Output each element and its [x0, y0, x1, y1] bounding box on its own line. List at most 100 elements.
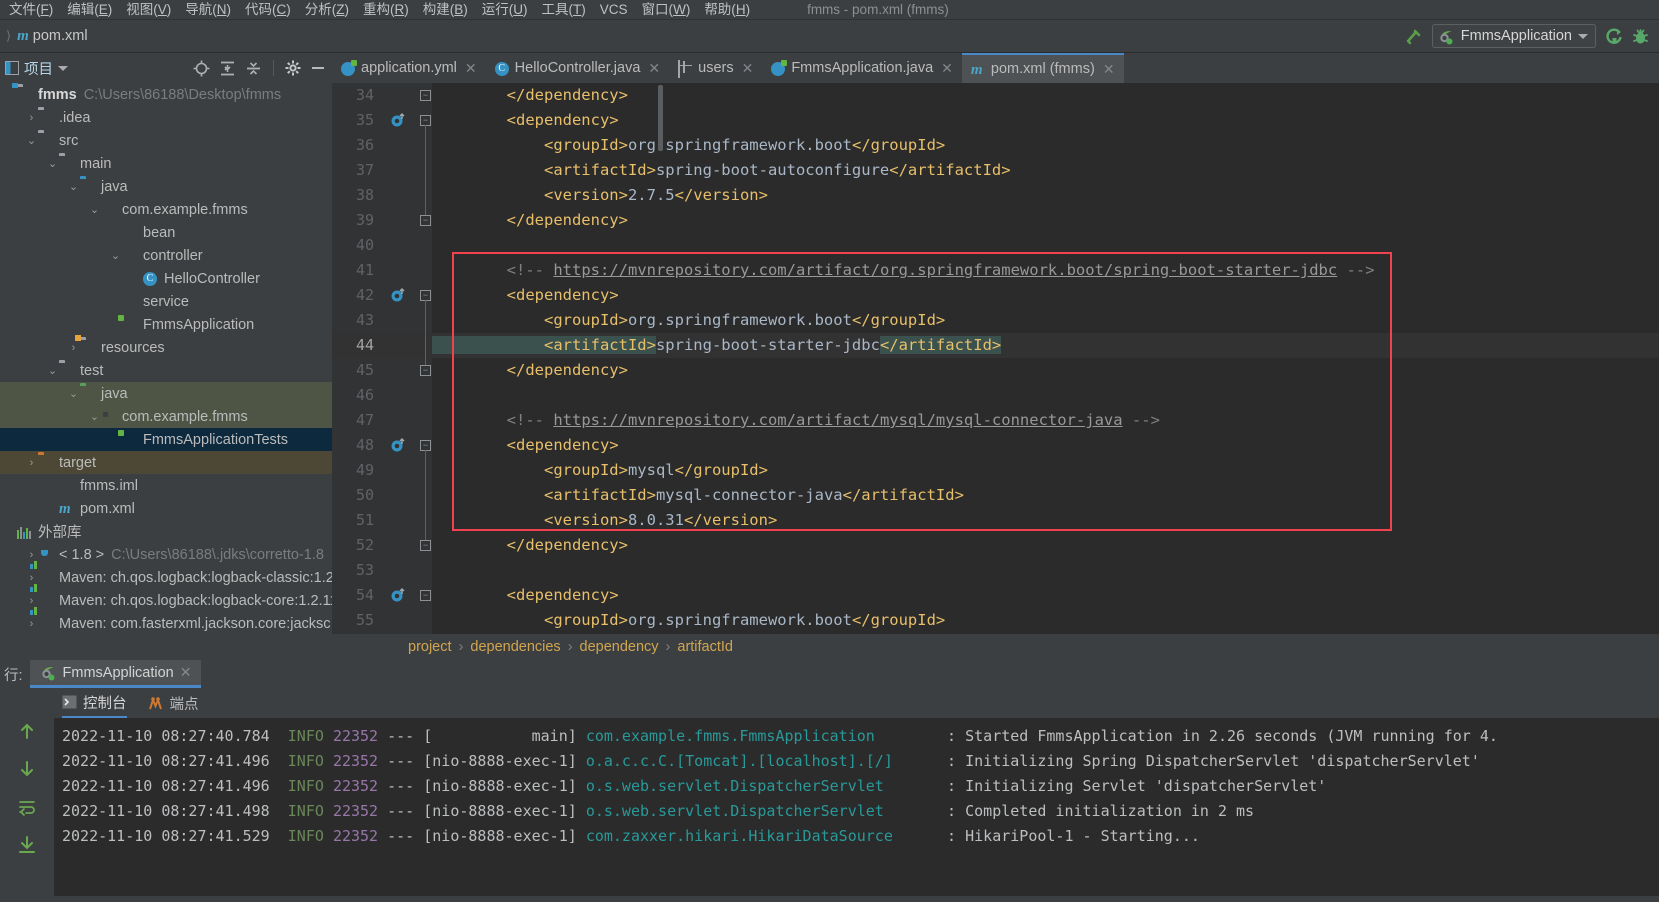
editor-tab-users[interactable]: users ✕ — [669, 53, 762, 83]
menu-item-0[interactable]: 文件(F) — [2, 0, 60, 20]
console-subtab-console[interactable]: 控制台 — [62, 688, 127, 718]
chevron-down-icon[interactable] — [1578, 33, 1588, 39]
run-configuration-selector[interactable]: FmmsApplication — [1431, 24, 1596, 48]
menu-item-2[interactable]: 视图(V) — [119, 0, 178, 20]
tree-node-fmmsapplication[interactable]: FmmsApplication — [0, 313, 332, 336]
tree-node-main[interactable]: ⌄ main — [0, 152, 332, 175]
menu-item-7[interactable]: 构建(B) — [416, 0, 475, 20]
code-url-link[interactable]: https://mvnrepository.com/artifact/mysql… — [553, 411, 1122, 429]
spring-bean-icon[interactable] — [390, 587, 406, 603]
tree-node-target[interactable]: › target — [0, 451, 332, 474]
fold-toggle-icon[interactable]: − — [420, 590, 431, 601]
code-content[interactable]: </dependency> <dependency> <groupId>org.… — [432, 83, 1659, 634]
fold-toggle-icon[interactable]: − — [420, 365, 431, 376]
editor-tab-pom-xml--fmms-[interactable]: m pom.xml (fmms) ✕ — [961, 53, 1124, 83]
tree-node-java[interactable]: ⌄ java — [0, 382, 332, 405]
editor-tab-hellocontroller-java[interactable]: C HelloController.java ✕ — [486, 53, 669, 83]
project-panel-chevron-down-icon[interactable] — [58, 65, 68, 71]
close-icon[interactable]: ✕ — [180, 664, 192, 681]
scroll-up-icon[interactable] — [16, 720, 38, 742]
tree-node-service[interactable]: service — [0, 290, 332, 313]
chevron-down-icon[interactable]: ⌄ — [88, 410, 101, 423]
tree-node-bean[interactable]: bean — [0, 221, 332, 244]
menu-item-8[interactable]: 运行(U) — [475, 0, 535, 20]
tree-node-fmms.iml[interactable]: fmms.iml — [0, 474, 332, 497]
tree-node-com.example.fmms[interactable]: ⌄ com.example.fmms — [0, 198, 332, 221]
menu-item-11[interactable]: 窗口(W) — [635, 0, 698, 20]
close-icon[interactable]: ✕ — [648, 60, 660, 77]
chevron-right-icon[interactable]: › — [25, 595, 38, 607]
menu-item-12[interactable]: 帮助(H) — [697, 0, 757, 20]
fold-toggle-icon[interactable]: − — [420, 540, 431, 551]
scroll-down-icon[interactable] — [16, 758, 38, 780]
close-icon[interactable]: ✕ — [941, 60, 953, 77]
close-icon[interactable]: ✕ — [1103, 61, 1115, 78]
tree-node----[interactable]: 外部库 — [0, 520, 332, 543]
menu-item-4[interactable]: 代码(C) — [238, 0, 298, 20]
close-icon[interactable]: ✕ — [742, 60, 754, 77]
hide-icon[interactable] — [310, 60, 326, 76]
menu-item-5[interactable]: 分析(Z) — [298, 0, 356, 20]
chevron-right-icon[interactable]: › — [25, 112, 38, 124]
chevron-down-icon[interactable]: ⌄ — [67, 387, 80, 400]
xml-breadcrumb-bar[interactable]: project › dependencies › dependency › artifact… — [332, 634, 1659, 660]
run-tab-fmmsapplication[interactable]: FmmsApplication ✕ — [29, 660, 202, 688]
tree-node-maven--ch.qos.logback-logback-core-1.2.11[interactable]: › Maven: ch.qos.logback:logback-core:1.2.… — [0, 589, 332, 612]
spring-bean-icon[interactable] — [390, 287, 406, 303]
console-subtabs[interactable]: 控制台 端点 — [54, 688, 1659, 718]
chevron-down-icon[interactable]: ⌄ — [46, 364, 59, 377]
expand-all-icon[interactable] — [219, 60, 236, 77]
run-icon[interactable] — [1601, 24, 1627, 48]
spring-bean-icon[interactable] — [390, 437, 406, 453]
tree-node-maven--ch.qos.logback-logback-classic-1.2.11[interactable]: › Maven: ch.qos.logback:logback-classic:1… — [0, 566, 332, 589]
locate-icon[interactable] — [193, 60, 210, 77]
chevron-down-icon[interactable]: ⌄ — [109, 249, 122, 262]
hammer-icon[interactable] — [1401, 24, 1427, 48]
editor-tab-application-yml[interactable]: application.yml ✕ — [332, 53, 486, 83]
chevron-down-icon[interactable]: ⌄ — [67, 180, 80, 193]
scroll-to-end-icon[interactable] — [16, 834, 38, 856]
menu-item-10[interactable]: VCS — [593, 0, 635, 20]
tree-node-fmmsapplicationtests[interactable]: FmmsApplicationTests — [0, 428, 332, 451]
tree-node-.idea[interactable]: › .idea — [0, 106, 332, 129]
soft-wrap-icon[interactable] — [16, 796, 38, 818]
breadcrumb-item-artifactId[interactable]: artifactId — [677, 639, 733, 655]
console-subtab-endpoints[interactable]: 端点 — [147, 688, 199, 718]
close-icon[interactable]: ✕ — [465, 60, 477, 77]
tree-node-pom.xml[interactable]: m pom.xml — [0, 497, 332, 520]
menu-item-3[interactable]: 导航(N) — [178, 0, 238, 20]
editor-tab-fmmsapplication-java[interactable]: FmmsApplication.java ✕ — [762, 53, 962, 83]
breadcrumb-item-dependency[interactable]: dependency — [580, 639, 659, 655]
project-tree[interactable]: fmms C:\Users\86188\Desktop\fmms › .idea ⌄ sr… — [0, 83, 332, 660]
tree-node-fmms[interactable]: fmms C:\Users\86188\Desktop\fmms — [0, 83, 332, 106]
chevron-right-icon[interactable]: › — [25, 572, 38, 584]
chevron-down-icon[interactable]: ⌄ — [25, 134, 38, 147]
breadcrumb-item-project[interactable]: project — [408, 639, 452, 655]
fold-toggle-icon[interactable]: − — [420, 90, 431, 101]
menu-item-6[interactable]: 重构(R) — [356, 0, 416, 20]
chevron-down-icon[interactable]: ⌄ — [88, 203, 101, 216]
settings-icon[interactable] — [285, 60, 301, 76]
collapse-all-icon[interactable] — [245, 60, 262, 77]
menu-item-9[interactable]: 工具(T) — [535, 0, 593, 20]
chevron-down-icon[interactable]: ⌄ — [46, 157, 59, 170]
menu-item-1[interactable]: 编辑(E) — [60, 0, 119, 20]
fold-toggle-icon[interactable]: − — [420, 215, 431, 226]
tree-node-java[interactable]: ⌄ java — [0, 175, 332, 198]
editor-scrollbar-thumb[interactable] — [658, 85, 663, 151]
code-url-link[interactable]: https://mvnrepository.com/artifact/org.s… — [553, 261, 1337, 279]
chevron-right-icon[interactable]: › — [25, 618, 38, 630]
editor-gutter[interactable]: 34−35−36 37 38 39−40 41 42−43 44 45−46 47 48−49 50… — [332, 83, 432, 634]
editor-tab-bar[interactable]: application.yml ✕ C HelloController.java ✕ us… — [332, 53, 1659, 83]
breadcrumb-item-dependencies[interactable]: dependencies — [470, 639, 560, 655]
tree-node---1.8--[interactable]: › < 1.8 > C:\Users\86188\.jdks\corretto-1.… — [0, 543, 332, 566]
debug-icon[interactable] — [1627, 24, 1653, 48]
tree-node-test[interactable]: ⌄ test — [0, 359, 332, 382]
tree-node-hellocontroller[interactable]: C HelloController — [0, 267, 332, 290]
tree-node-controller[interactable]: ⌄ controller — [0, 244, 332, 267]
tree-node-com.example.fmms[interactable]: ⌄ com.example.fmms — [0, 405, 332, 428]
console-output[interactable]: 2022-11-10 08:27:40.784 INFO 22352 --- [… — [54, 718, 1659, 902]
chevron-right-icon[interactable]: › — [25, 457, 38, 469]
spring-bean-icon[interactable] — [390, 112, 406, 128]
chevron-right-icon[interactable]: › — [25, 549, 38, 561]
